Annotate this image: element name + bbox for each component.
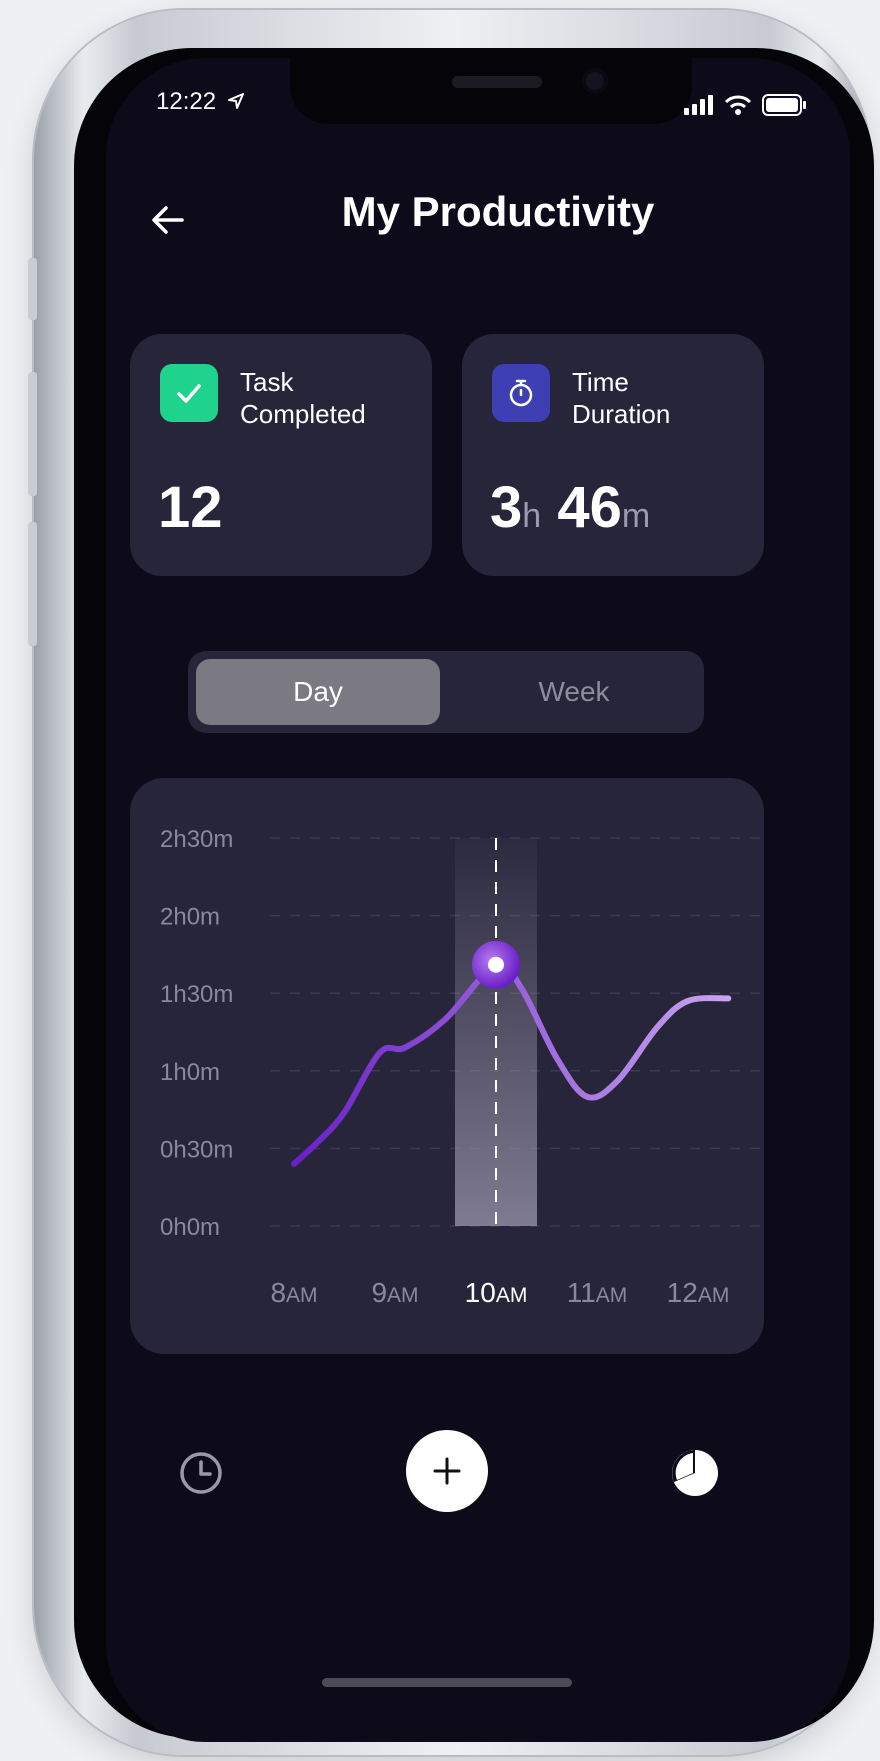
add-button[interactable] [406,1430,488,1512]
y-tick-label: 2h0m [160,904,220,931]
minutes-value: 46 [557,475,622,540]
highlight-band [455,838,537,1226]
notch [290,58,692,124]
stopwatch-icon [492,364,550,422]
status-time: 12:22 [156,88,245,116]
x-tick-label: 10AM [465,1277,528,1308]
period-toggle: Day Week [188,651,704,733]
y-tick-label: 0h0m [160,1214,220,1241]
productivity-chart: 0h0m 0h30m 1h0m 1h30m 2h0m 2h30m 8AM 9AM 10AM 11A… [130,778,764,1354]
time-card-label: Time Duration [572,367,671,429]
tasks-card-label: Task Completed [240,367,366,429]
chart-svg: 0h0m 0h30m 1h0m 1h30m 2h0m 2h30m 8AM 9AM 10AM 11A… [160,826,764,1308]
clock-icon[interactable] [176,1448,226,1498]
battery-icon [762,94,806,116]
x-tick-label: 11AM [567,1277,628,1308]
phone-frame: 12:22 My Productivity Task Completed 12 … [28,10,874,1755]
mute-switch [28,258,37,320]
home-indicator [322,1678,572,1687]
y-tick-label: 1h0m [160,1059,220,1086]
status-icons [684,94,806,116]
volume-up-button [28,372,37,496]
speaker [452,76,542,88]
y-tick-label: 2h30m [160,826,233,853]
tab-day[interactable]: Day [196,659,440,725]
app-screen: 12:22 My Productivity Task Completed 12 … [106,58,850,1742]
time-duration-card[interactable]: Time Duration 3h 46m [462,334,764,576]
tab-week[interactable]: Week [452,659,696,725]
y-tick-label: 1h30m [160,981,233,1008]
minutes-unit: m [621,497,651,535]
x-tick-label: 9AM [371,1277,418,1308]
page-title: My Productivity [341,188,655,235]
tasks-count: 12 [158,475,223,540]
check-icon [160,364,218,422]
hours-value: 3 [490,475,523,540]
hours-unit: h [522,497,542,535]
x-tick-label: 8AM [270,1277,317,1308]
x-tick-label: 12AM [667,1277,730,1308]
plus-icon [433,1457,461,1485]
time-duration-value: 3h 46m [490,474,650,541]
signal-icon [684,95,713,115]
y-tick-label: 0h30m [160,1136,233,1163]
wifi-icon [724,95,752,115]
pie-chart-icon[interactable] [668,1446,722,1500]
highlight-point-center [488,956,504,973]
tasks-completed-card[interactable]: Task Completed 12 [130,334,432,576]
volume-down-button [28,522,37,646]
camera [582,68,608,94]
location-arrow-icon [227,93,244,109]
